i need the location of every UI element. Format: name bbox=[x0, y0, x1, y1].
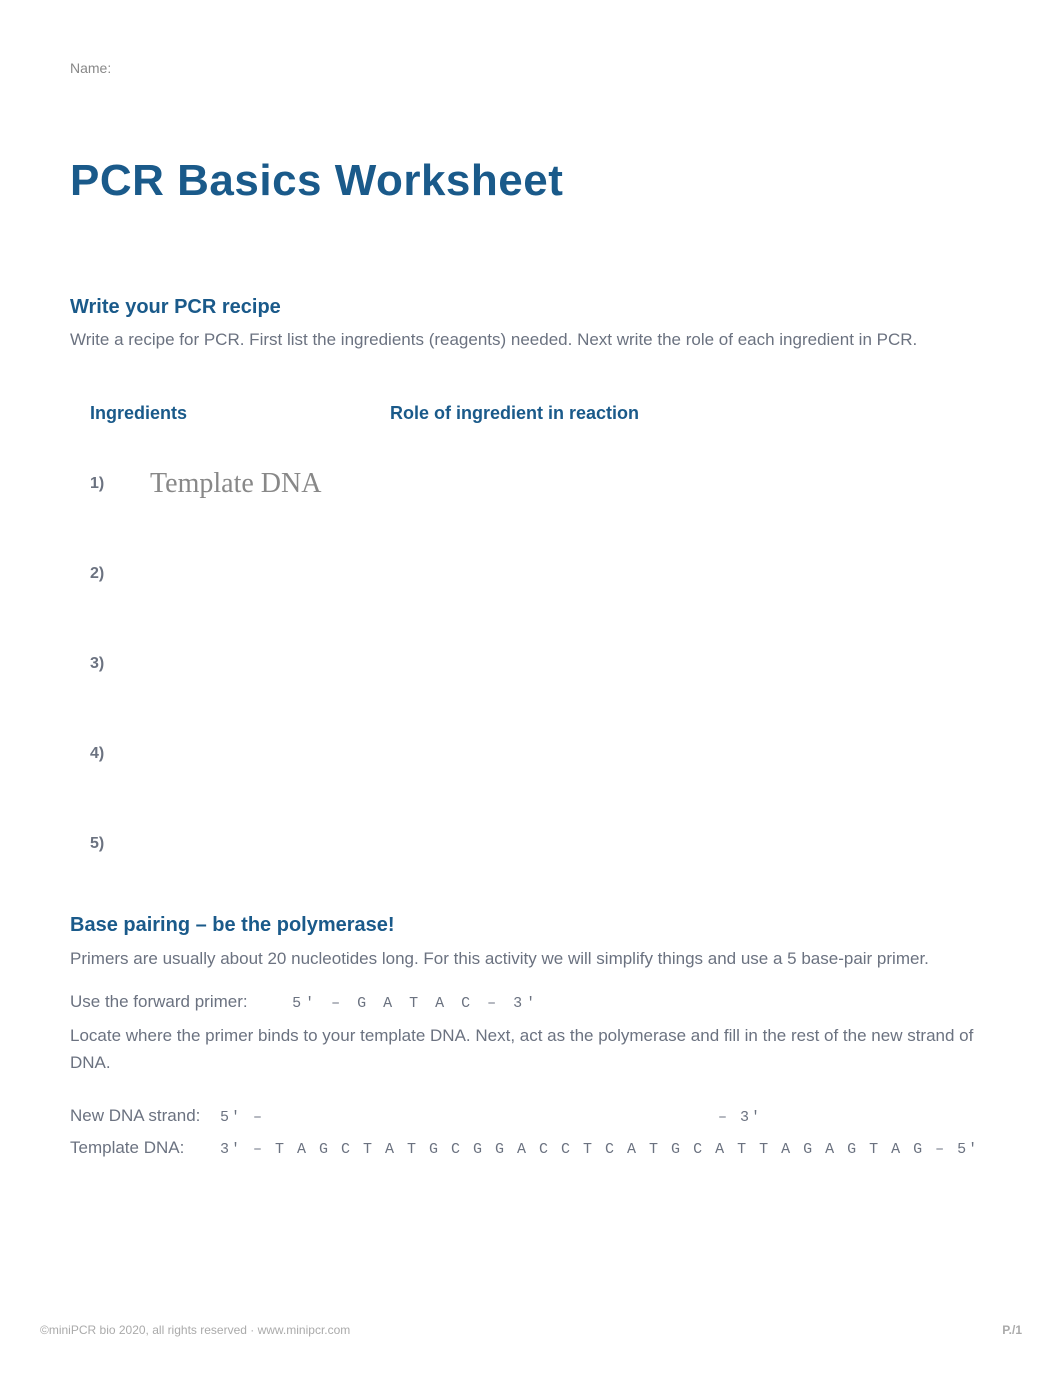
new-strand-end: – 3' bbox=[718, 1109, 762, 1126]
ingredient-handwritten: Template DNA bbox=[150, 468, 321, 500]
forward-primer-line: Use the forward primer: 5' – G A T A C –… bbox=[70, 992, 992, 1012]
col-header-role: Role of ingredient in reaction bbox=[390, 403, 639, 424]
section2-description: Primers are usually about 20 nucleotides… bbox=[70, 945, 992, 972]
col-header-ingredients: Ingredients bbox=[90, 403, 390, 424]
section-base-pairing: Base pairing – be the polymerase! Primer… bbox=[70, 914, 992, 1159]
name-label: Name: bbox=[70, 60, 992, 76]
template-row: Template DNA: 3' – T A G C T A T G C G G… bbox=[70, 1138, 992, 1158]
new-strand-row: New DNA strand: 5' – – 3' bbox=[70, 1106, 992, 1126]
section-recipe: Write your PCR recipe Write a recipe for… bbox=[70, 296, 992, 864]
row-number: 5) bbox=[90, 835, 150, 853]
table-row: 2) bbox=[70, 554, 992, 594]
row-number: 4) bbox=[90, 745, 150, 763]
section2-heading: Base pairing – be the polymerase! bbox=[70, 914, 992, 937]
table-row: 3) bbox=[70, 644, 992, 684]
forward-primer-label: Use the forward primer: bbox=[70, 992, 248, 1011]
new-strand-start: 5' – bbox=[220, 1109, 264, 1126]
table-row: 5) bbox=[70, 824, 992, 864]
table-row: 4) bbox=[70, 734, 992, 774]
row-number: 1) bbox=[90, 475, 150, 493]
footer: ©miniPCR bio 2020, all rights reserved ·… bbox=[40, 1323, 1022, 1337]
row-number: 3) bbox=[90, 655, 150, 673]
forward-primer-seq: 5' – G A T A C – 3' bbox=[292, 995, 539, 1012]
footer-copyright: ©miniPCR bio 2020, all rights reserved ·… bbox=[40, 1323, 350, 1337]
new-strand-label: New DNA strand: bbox=[70, 1106, 220, 1126]
template-label: Template DNA: bbox=[70, 1138, 220, 1158]
section1-heading: Write your PCR recipe bbox=[70, 296, 992, 319]
new-strand-seq: 5' – – 3' bbox=[220, 1109, 762, 1126]
section2-instruction: Locate where the primer binds to your te… bbox=[70, 1022, 992, 1076]
section1-description: Write a recipe for PCR. First list the i… bbox=[70, 327, 992, 353]
row-number: 2) bbox=[90, 565, 150, 583]
template-seq: 3' – T A G C T A T G C G G A C C T C A T… bbox=[220, 1141, 979, 1158]
footer-page-number: P./1 bbox=[1002, 1323, 1022, 1337]
page-title: PCR Basics Worksheet bbox=[70, 156, 992, 206]
table-row: 1) Template DNA bbox=[70, 464, 992, 504]
table-header: Ingredients Role of ingredient in reacti… bbox=[70, 403, 992, 424]
